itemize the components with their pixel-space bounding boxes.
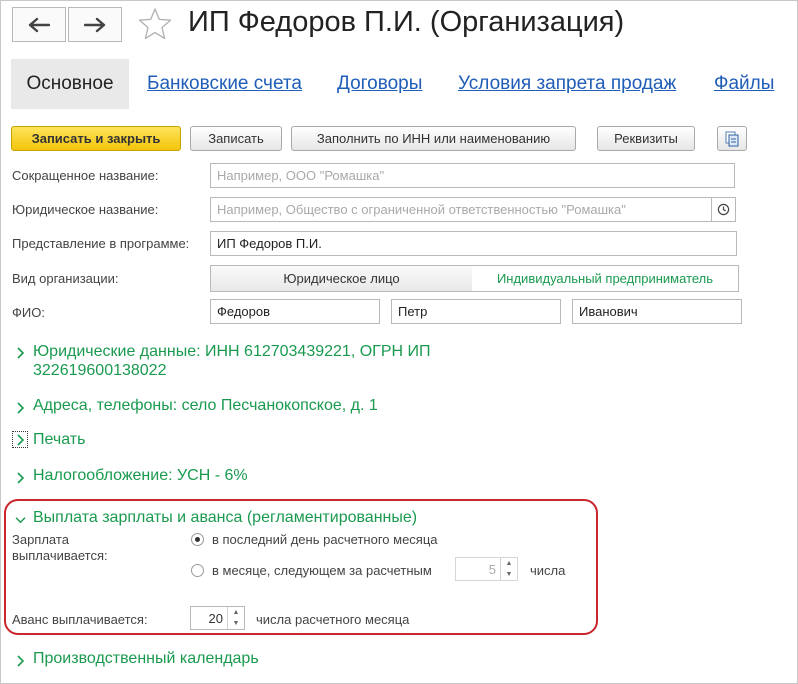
middle-name-input[interactable]: Иванович — [572, 299, 742, 324]
group-legal-data-label: Юридические данные: ИНН 612703439221, ОГ… — [33, 343, 431, 379]
advance-label: Аванс выплачивается: — [12, 612, 148, 627]
short-name-label: Сокращенное название: — [12, 168, 159, 183]
group-salary-label: Выплата зарплаты и аванса (регламентиров… — [33, 509, 418, 526]
display-name-label: Представление в программе: — [12, 236, 190, 251]
tab-contracts[interactable]: Договоры — [337, 73, 422, 95]
tab-files[interactable]: Файлы — [714, 73, 774, 95]
chevron-right-icon — [12, 431, 28, 448]
tab-sale-restrictions[interactable]: Условия запрета продаж — [458, 73, 676, 95]
requisites-button[interactable]: Реквизиты — [597, 126, 695, 151]
forward-button[interactable] — [68, 7, 122, 42]
group-addresses-label: Адреса, телефоны: село Песчанокопское, д… — [33, 397, 378, 414]
salary-day-suffix: числа — [530, 563, 566, 578]
short-name-input[interactable]: Например, ООО "Ромашка" — [210, 163, 735, 188]
salary-option-next-month-label: в месяце, следующем за расчетным — [212, 563, 432, 578]
salary-option-next-month-radio[interactable] — [191, 564, 204, 577]
display-name-input[interactable]: ИП Федоров П.И. — [210, 231, 737, 256]
salary-day-stepper[interactable]: 5 ▲ ▼ — [455, 557, 518, 581]
tab-bank-accounts[interactable]: Банковские счета — [147, 73, 302, 95]
advance-day-value: 20 — [208, 610, 223, 626]
history-icon — [717, 203, 730, 216]
chevron-right-icon — [12, 397, 28, 414]
group-salary[interactable]: Выплата зарплаты и аванса (регламентиров… — [12, 509, 417, 527]
stepper-up-icon[interactable]: ▲ — [228, 607, 244, 618]
save-and-close-button[interactable]: Записать и закрыть — [11, 126, 181, 151]
group-taxation[interactable]: Налогообложение: УСН - 6% — [12, 467, 248, 485]
group-production-calendar[interactable]: Производственный календарь — [12, 650, 259, 668]
group-production-calendar-label: Производственный календарь — [33, 650, 259, 667]
arrow-right-icon — [84, 17, 106, 32]
stepper-down-icon[interactable]: ▼ — [501, 569, 517, 580]
group-print[interactable]: Печать — [12, 431, 85, 449]
chevron-right-icon — [12, 342, 28, 359]
fio-label: ФИО: — [12, 305, 45, 320]
back-button[interactable] — [12, 7, 66, 42]
group-taxation-label: Налогообложение: УСН - 6% — [33, 467, 248, 484]
org-type-individual[interactable]: Индивидуальный предприниматель — [472, 265, 739, 292]
tab-main[interactable]: Основное — [11, 59, 129, 109]
org-type-legal-entity[interactable]: Юридическое лицо — [210, 265, 473, 292]
last-name-input[interactable]: Федоров — [210, 299, 380, 324]
fill-by-inn-button[interactable]: Заполнить по ИНН или наименованию — [291, 126, 576, 151]
first-name-input[interactable]: Петр — [391, 299, 561, 324]
group-legal-data[interactable]: Юридические данные: ИНН 612703439221, ОГ… — [12, 342, 472, 380]
legal-name-label: Юридическое название: — [12, 202, 159, 217]
page-title: ИП Федоров П.И. (Организация) — [188, 6, 625, 38]
legal-name-input[interactable]: Например, Общество с ограниченной ответс… — [210, 197, 712, 222]
stepper-down-icon[interactable]: ▼ — [228, 618, 244, 629]
save-button[interactable]: Записать — [190, 126, 282, 151]
chevron-down-icon — [12, 509, 28, 524]
group-print-label: Печать — [33, 431, 86, 448]
chevron-right-icon — [12, 467, 28, 484]
org-type-label: Вид организации: — [12, 271, 119, 286]
history-button[interactable] — [711, 197, 736, 222]
salary-option-last-day-label: в последний день расчетного месяца — [212, 532, 438, 547]
stepper-up-icon[interactable]: ▲ — [501, 558, 517, 569]
salary-paid-label: Зарплата выплачивается: — [12, 532, 108, 563]
salary-option-last-day-radio[interactable] — [191, 533, 204, 546]
more-actions-button[interactable] — [717, 126, 747, 151]
salary-day-value: 5 — [488, 561, 496, 577]
arrow-left-icon — [28, 17, 50, 32]
advance-day-stepper[interactable]: 20 ▲ ▼ — [190, 606, 245, 630]
advance-suffix: числа расчетного месяца — [256, 612, 410, 627]
chevron-right-icon — [12, 650, 28, 667]
report-icon — [725, 131, 739, 146]
favorite-star-icon[interactable] — [137, 6, 173, 42]
group-addresses[interactable]: Адреса, телефоны: село Песчанокопское, д… — [12, 397, 378, 415]
